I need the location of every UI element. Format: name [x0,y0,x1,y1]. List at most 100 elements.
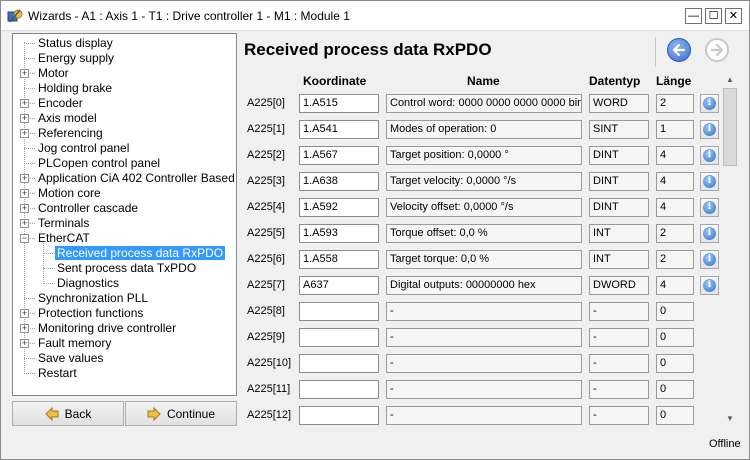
tree-item-sent-process-data-txpdo[interactable]: Sent process data TxPDO [55,261,198,276]
tree-item-motion-core[interactable]: Motion core [36,186,103,201]
parameter-name-field: Velocity offset: 0,0000 °/s [386,198,582,217]
tree-item-label: Restart [38,366,77,380]
tree-item-controller-cascade[interactable]: Controller cascade [36,201,140,216]
coordinate-input[interactable] [299,406,379,425]
row-label: A225[1] [247,123,285,135]
info-button[interactable]: i [700,198,719,217]
info-button[interactable]: i [700,250,719,269]
scroll-up-button[interactable]: ▲ [721,72,739,87]
info-button[interactable]: i [700,94,719,113]
coordinate-input[interactable]: 1.A558 [299,250,379,269]
expand-icon[interactable]: + [20,204,29,213]
nav-divider [655,37,656,67]
coordinate-input[interactable] [299,302,379,321]
minimize-button[interactable]: — [685,8,702,24]
datatype-field: - [589,354,649,373]
coordinate-input[interactable] [299,354,379,373]
tree-item-fault-memory[interactable]: Fault memory [36,336,113,351]
tree-guide-line [24,88,35,89]
continue-button[interactable]: Continue [125,401,237,426]
tree-item-axis-model[interactable]: Axis model [36,111,99,126]
expand-icon[interactable]: + [20,219,29,228]
tree-item-ethercat[interactable]: EtherCAT [36,231,92,246]
parameter-name-field: Target velocity: 0,0000 °/s [386,172,582,191]
tree-item-jog-control-panel[interactable]: Jog control panel [36,141,131,156]
previous-page-button[interactable] [667,38,691,62]
back-button-label: Back [64,406,92,421]
info-button[interactable]: i [700,224,719,243]
expand-icon[interactable]: + [20,339,29,348]
tree-item-restart[interactable]: Restart [36,366,79,381]
scroll-down-button[interactable]: ▼ [721,411,739,426]
tree-item-label: Protection functions [38,306,144,320]
length-field: 0 [656,302,694,321]
scrollbar-thumb[interactable] [723,88,737,166]
tree-item-holding-brake[interactable]: Holding brake [36,81,114,96]
collapse-icon[interactable]: − [20,234,29,243]
datatype-field: INT [589,224,649,243]
navigation-tree[interactable]: Status display Energy supply Motor + Holding… [12,33,237,396]
scroll-down-icon: ▼ [726,414,734,423]
coordinate-input[interactable]: 1.A593 [299,224,379,243]
tree-item-label: Monitoring drive controller [38,321,177,335]
expand-icon[interactable]: + [20,174,29,183]
tree-item-plcopen-control-panel[interactable]: PLCopen control panel [36,156,162,171]
tree-guide-line [24,373,35,374]
tree-item-protection-functions[interactable]: Protection functions [36,306,145,321]
tree-item-referencing[interactable]: Referencing [36,126,105,141]
close-button[interactable]: ✕ [725,8,742,24]
tree-guide-line [24,148,35,149]
info-button[interactable]: i [700,146,719,165]
expand-icon[interactable]: + [20,99,29,108]
info-button[interactable]: i [700,120,719,139]
tree-item-label: Motion core [38,186,101,200]
expand-icon[interactable]: + [20,114,29,123]
expand-icon[interactable]: + [20,69,29,78]
coordinate-input[interactable] [299,380,379,399]
tree-item-received-process-data-rxpdo[interactable]: Received process data RxPDO [55,246,226,261]
tree-item-synchronization-pll[interactable]: Synchronization PLL [36,291,150,306]
next-page-button[interactable] [705,38,729,62]
coordinate-input[interactable]: 1.A541 [299,120,379,139]
coordinate-input[interactable]: 1.A592 [299,198,379,217]
datatype-field: SINT [589,120,649,139]
length-field: 4 [656,276,694,295]
tree-item-application-cia-402-controller-based[interactable]: Application CiA 402 Controller Based [36,171,236,186]
tree-item-save-values[interactable]: Save values [36,351,105,366]
tree-item-diagnostics[interactable]: Diagnostics [55,276,121,291]
coordinate-input[interactable]: 1.A515 [299,94,379,113]
coordinate-input[interactable] [299,328,379,347]
tree-item-label: Status display [38,36,113,50]
coordinate-input[interactable]: 1.A638 [299,172,379,191]
parameter-name-field: - [386,354,582,373]
info-icon: i [703,97,716,110]
row-label: A225[3] [247,175,285,187]
expand-icon[interactable]: + [20,309,29,318]
coordinate-input[interactable]: A637 [299,276,379,295]
maximize-button[interactable]: ☐ [705,8,722,24]
tree-guide-line [43,243,44,284]
row-label: A225[6] [247,253,285,265]
coordinate-input[interactable]: 1.A567 [299,146,379,165]
datatype-field: INT [589,250,649,269]
table-scrollbar[interactable]: ▲ ▼ [721,72,739,426]
info-icon: i [703,201,716,214]
tree-item-monitoring-drive-controller[interactable]: Monitoring drive controller [36,321,178,336]
minimize-icon: — [688,9,699,22]
tree-guide-line [43,283,53,284]
maximize-icon: ☐ [708,9,719,22]
info-button[interactable]: i [700,276,719,295]
tree-item-encoder[interactable]: Encoder [36,96,85,111]
tree-item-status-display[interactable]: Status display [36,36,115,51]
tree-guide-line [24,358,35,359]
info-button[interactable]: i [700,172,719,191]
length-field: 4 [656,146,694,165]
expand-icon[interactable]: + [20,129,29,138]
tree-item-energy-supply[interactable]: Energy supply [36,51,116,66]
info-icon: i [703,227,716,240]
back-button[interactable]: Back [12,401,124,426]
expand-icon[interactable]: + [20,324,29,333]
tree-item-terminals[interactable]: Terminals [36,216,91,231]
expand-icon[interactable]: + [20,189,29,198]
tree-item-motor[interactable]: Motor [36,66,71,81]
